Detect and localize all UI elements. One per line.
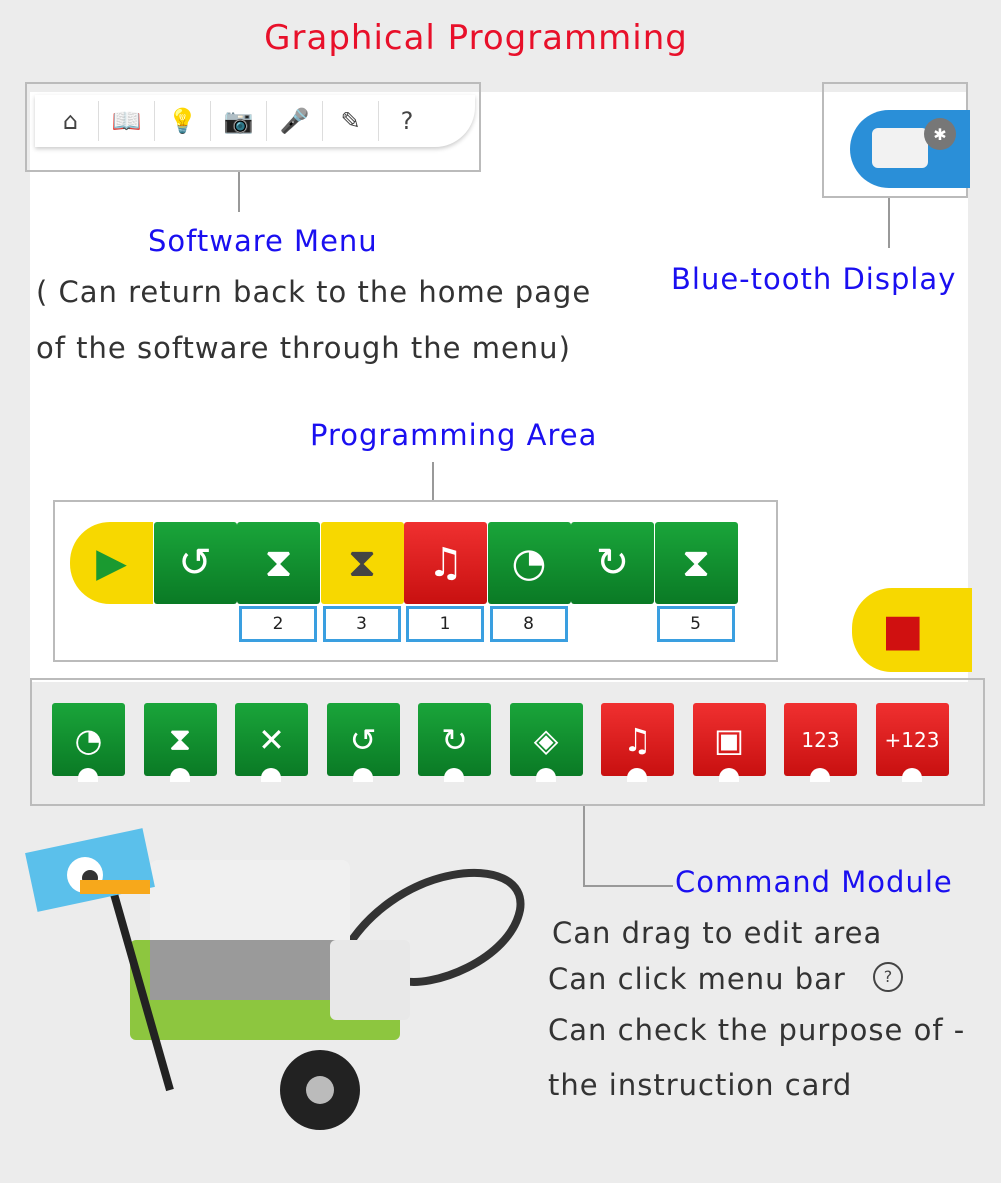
- command-tile-play-sound[interactable]: ♫: [601, 703, 674, 782]
- microphone-icon[interactable]: 🎤: [267, 101, 323, 141]
- command-description: Can drag to edit area: [552, 916, 883, 950]
- stop-button[interactable]: ■: [852, 588, 972, 672]
- program-block-start[interactable]: ▶: [70, 522, 153, 604]
- home-icon[interactable]: ⌂: [43, 101, 99, 141]
- command-description: Can click menu bar: [548, 962, 846, 996]
- software-menu-bar: ⌂ 📖 💡 📷 🎤 ✎?: [35, 95, 475, 147]
- program-block-motor-on-for[interactable]: ⧗: [654, 522, 738, 604]
- command-tile-display-image[interactable]: ▣: [692, 703, 766, 782]
- command-tile-motor-off[interactable]: ✕: [235, 703, 308, 782]
- menu-description: ( Can return back to the home page: [36, 275, 592, 309]
- connector: [583, 885, 673, 887]
- block-input-value[interactable]: 1: [406, 606, 484, 642]
- program-block-motor-power[interactable]: ◔: [487, 522, 571, 604]
- program-block-wait[interactable]: ⧗: [320, 522, 404, 604]
- command-tile-motor-counterclockwise[interactable]: ↺: [326, 703, 400, 782]
- help-icon: ?: [873, 962, 903, 992]
- command-description: the instruction card: [548, 1068, 853, 1102]
- lightbulb-icon[interactable]: 💡: [155, 101, 211, 141]
- command-description: Can check the purpose of -: [548, 1013, 966, 1047]
- command-module-label: Command Module: [675, 865, 953, 899]
- menu-description: of the software through the menu): [36, 331, 571, 365]
- command-tile-add-display-number[interactable]: +123: [875, 703, 949, 782]
- camera-icon[interactable]: 📷: [211, 101, 267, 141]
- block-input-value[interactable]: 8: [489, 606, 568, 642]
- book-icon[interactable]: 📖: [99, 101, 155, 141]
- page-title: Graphical Programming: [264, 18, 688, 58]
- help-icon[interactable]: ?: [379, 101, 435, 141]
- connector: [432, 462, 434, 500]
- pencil-icon[interactable]: ✎: [323, 101, 379, 141]
- command-tile-motor-power[interactable]: ◔: [52, 703, 125, 782]
- robot-image: [25, 828, 525, 1130]
- block-input-value[interactable]: 3: [322, 606, 401, 642]
- programming-area-label: Programming Area: [310, 418, 598, 452]
- block-input-value[interactable]: 5: [656, 606, 735, 642]
- command-tile-motor-clockwise[interactable]: ↻: [418, 703, 491, 782]
- connector: [888, 198, 890, 248]
- program-block-motor-on-for[interactable]: ⧗: [237, 522, 320, 604]
- bluetooth-icon: ✱: [924, 118, 956, 150]
- connector: [583, 806, 585, 886]
- command-tile-display-number[interactable]: 123: [784, 703, 857, 782]
- program-block-motor-counterclockwise[interactable]: ↺: [153, 522, 237, 604]
- program-block-play-sound[interactable]: ♫: [404, 522, 487, 604]
- command-tile-motor-on-for[interactable]: ⧗: [143, 703, 217, 782]
- software-menu-label: Software Menu: [148, 224, 378, 258]
- command-tile-light[interactable]: ◈: [509, 703, 583, 782]
- block-input-value[interactable]: 2: [239, 606, 317, 642]
- smarthub-icon: [872, 128, 928, 168]
- program-block-motor-clockwise[interactable]: ↻: [571, 522, 654, 604]
- bluetooth-display-button[interactable]: ✱: [850, 110, 970, 188]
- stop-icon: ■: [882, 604, 924, 656]
- bluetooth-display-label: Blue-tooth Display: [671, 262, 957, 296]
- connector: [238, 172, 240, 212]
